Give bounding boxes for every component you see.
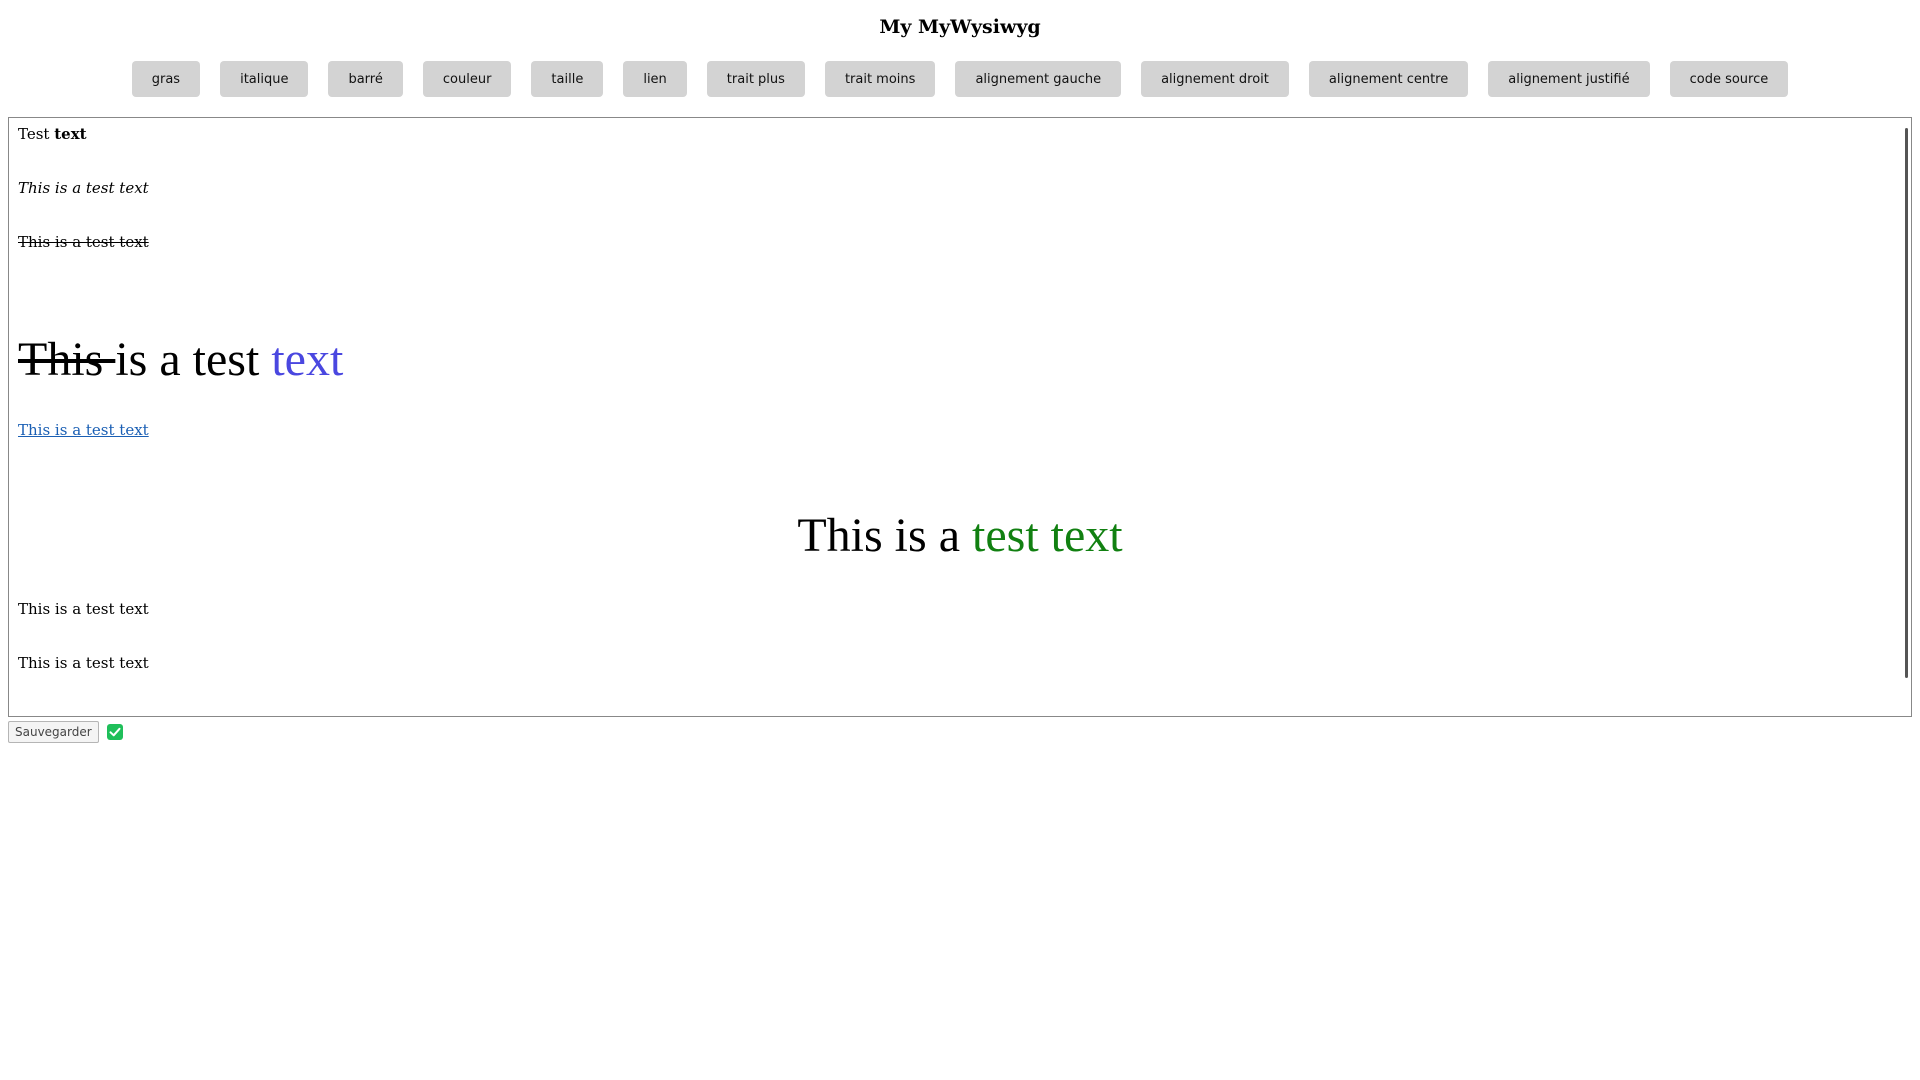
align-center-button[interactable]: alignement centre — [1308, 61, 1469, 97]
strikethrough-button[interactable]: barré — [328, 61, 403, 97]
italic-button[interactable]: italique — [220, 61, 309, 97]
editor-line-large: This is a test text — [18, 332, 1902, 388]
text-green-centered: test text — [972, 509, 1123, 562]
editor-content[interactable]: Test text This is a test text This is a … — [9, 118, 1911, 716]
editor-line-plain: This is a test text — [18, 654, 149, 672]
editor-line-italic: This is a test text — [18, 179, 149, 197]
stroke-minus-button[interactable]: trait moins — [824, 61, 936, 97]
text-strikethrough-large: This — [18, 333, 116, 386]
align-left-button[interactable]: alignement gauche — [955, 61, 1122, 97]
text-normal: Test — [18, 125, 55, 143]
editor-line-centered: This is a test text — [18, 508, 1902, 564]
footer: Sauvegarder — [8, 721, 123, 743]
text-normal-large: is a test — [115, 333, 272, 386]
editor-line-bold: Test text — [18, 125, 1902, 144]
size-button[interactable]: taille — [531, 61, 604, 97]
color-button[interactable]: couleur — [422, 61, 512, 97]
editor-area[interactable]: Test text This is a test text This is a … — [8, 117, 1912, 717]
editor-scrollbar[interactable] — [1905, 128, 1908, 678]
align-right-button[interactable]: alignement droit — [1141, 61, 1289, 97]
page: My MyWysiwyg gras italique barré couleur… — [0, 0, 1920, 1080]
text-normal-centered: This is a — [797, 509, 972, 562]
formatting-toolbar: gras italique barré couleur taille lien … — [0, 61, 1920, 97]
page-title: My MyWysiwyg — [879, 16, 1041, 38]
stroke-plus-button[interactable]: trait plus — [706, 61, 805, 97]
editor-line-link: This is a test text — [18, 421, 1902, 440]
check-icon — [106, 724, 123, 740]
link-button[interactable]: lien — [623, 61, 687, 97]
editor-line-strikethrough: This is a test text — [18, 233, 149, 251]
source-code-button[interactable]: code source — [1669, 61, 1789, 97]
align-justify-button[interactable]: alignement justifié — [1488, 61, 1650, 97]
text-blue-large: text — [271, 333, 344, 386]
text-bold: text — [54, 125, 87, 143]
editor-link[interactable]: This is a test text — [18, 421, 149, 439]
save-button[interactable]: Sauvegarder — [8, 721, 99, 743]
editor-line-plain: This is a test text — [18, 600, 149, 618]
bold-button[interactable]: gras — [131, 61, 201, 97]
